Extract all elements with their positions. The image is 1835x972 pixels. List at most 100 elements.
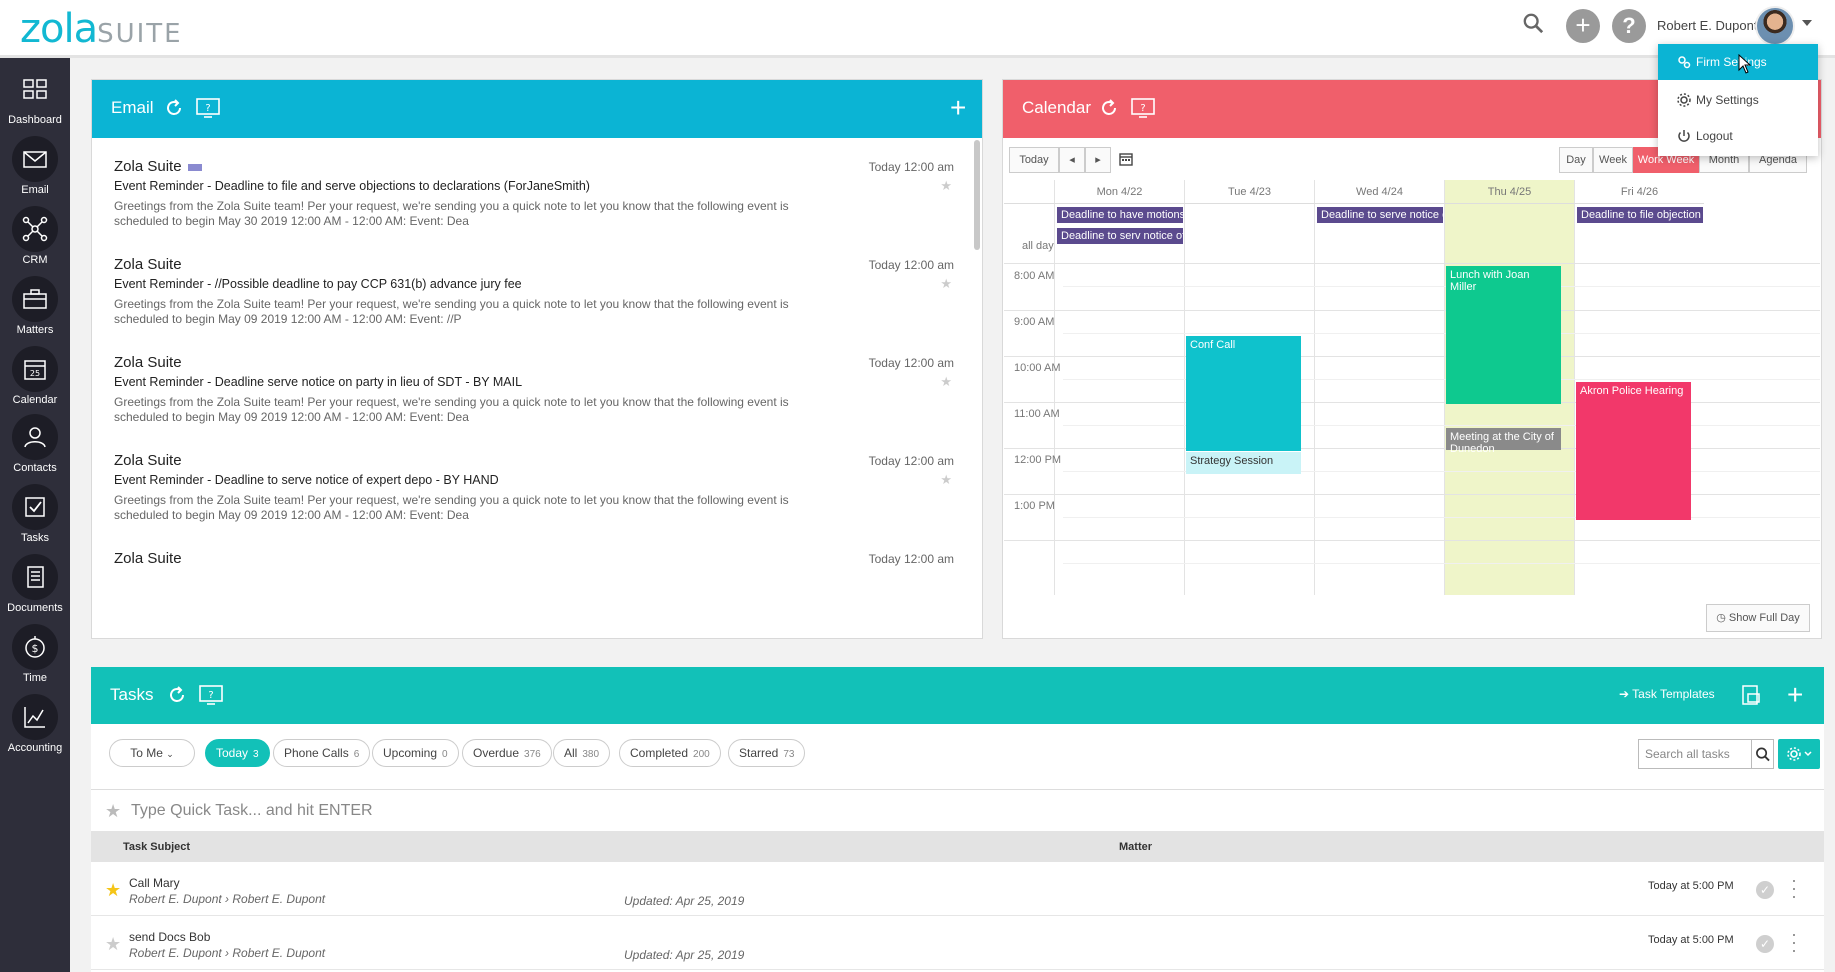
calendar-icon: 25 <box>12 346 58 392</box>
event-strategy-session[interactable]: Strategy Session <box>1186 452 1301 474</box>
menu-item-my-settings[interactable]: My Settings <box>1658 82 1818 118</box>
all-day-event[interactable]: Deadline to have motions re e <box>1057 207 1183 223</box>
sidebar-item-tasks[interactable]: Tasks <box>0 478 70 548</box>
email-item[interactable]: Zola Suite Event Reminder - Deadline to … <box>114 158 954 229</box>
task-subject[interactable]: send Docs Bob <box>129 930 210 944</box>
day-header[interactable]: Tue 4/23 <box>1184 180 1314 204</box>
day-header[interactable]: Mon 4/22 <box>1054 180 1184 204</box>
document-export-icon[interactable] <box>1741 684 1761 706</box>
chevron-down-icon[interactable] <box>1802 20 1812 26</box>
star-icon[interactable]: ★ <box>105 934 121 955</box>
filter-phone-calls[interactable]: Phone Calls 6 <box>273 739 371 767</box>
all-day-event[interactable]: Deadline to serv notice of dep <box>1057 228 1183 244</box>
add-task-button[interactable]: + <box>1787 681 1803 709</box>
event-conf-call[interactable]: Conf Call <box>1186 336 1301 451</box>
refresh-icon[interactable] <box>167 685 187 705</box>
view-day-button[interactable]: Day <box>1559 147 1593 173</box>
table-row[interactable]: ★ send Docs Bob Robert E. Dupont › Rober… <box>91 916 1824 970</box>
document-icon <box>12 554 58 600</box>
sidebar-item-contacts[interactable]: Contacts <box>0 408 70 478</box>
more-vertical-icon[interactable]: · · · <box>1788 871 1800 905</box>
filter-today[interactable]: Today 3 <box>205 739 270 767</box>
half-hour-line <box>1063 563 1820 564</box>
complete-check-icon[interactable]: ✓ <box>1756 881 1774 899</box>
today-button[interactable]: Today <box>1009 147 1059 173</box>
mouse-cursor-icon <box>1738 54 1752 74</box>
search-icon[interactable] <box>1522 12 1544 34</box>
column-matter[interactable]: Matter <box>1119 841 1152 853</box>
email-sender: Zola Suite <box>114 256 182 273</box>
prev-button[interactable]: ◂ <box>1059 147 1085 173</box>
sidebar-item-label: Contacts <box>13 462 57 474</box>
task-due: Today at 5:00 PM <box>1648 934 1734 946</box>
filter-starred[interactable]: Starred 73 <box>728 739 806 767</box>
email-item[interactable]: Zola Suite Event Reminder - Deadline ser… <box>114 354 954 425</box>
sidebar-item-documents[interactable]: Documents <box>0 548 70 618</box>
event-akron-police-hearing[interactable]: Akron Police Hearing <box>1576 382 1691 520</box>
help-button[interactable]: ? <box>1612 9 1646 43</box>
email-item[interactable]: Zola Suite Event Reminder - //Possible d… <box>114 256 954 327</box>
user-name[interactable]: Robert E. Dupont <box>1657 18 1757 33</box>
sidebar-item-dashboard[interactable]: Dashboard <box>0 60 70 130</box>
chart-icon <box>12 694 58 740</box>
more-vertical-icon[interactable]: · · · <box>1788 925 1800 959</box>
refresh-icon[interactable] <box>164 98 184 118</box>
help-monitor-icon[interactable]: ? <box>196 98 220 118</box>
calendar-panel-title: Calendar <box>1022 98 1091 117</box>
event-meeting-city-dunedon[interactable]: Meeting at the City of Dunedon <box>1446 428 1561 455</box>
table-row[interactable]: ★ Call Mary Robert E. Dupont › Robert E.… <box>91 862 1824 916</box>
refresh-icon[interactable] <box>1099 98 1119 118</box>
task-settings-button[interactable] <box>1778 739 1820 769</box>
assignee-filter-dropdown[interactable]: To Me ⌄ <box>109 739 195 767</box>
email-item[interactable]: Zola Suite Event Reminder - Deadline to … <box>114 452 954 523</box>
calendar-picker-icon[interactable] <box>1119 152 1133 166</box>
sidebar-item-label: Dashboard <box>8 114 62 126</box>
task-subject[interactable]: Call Mary <box>129 876 180 890</box>
help-monitor-icon[interactable]: ? <box>199 685 223 705</box>
search-icon[interactable] <box>1752 739 1774 769</box>
star-icon[interactable]: ★ <box>940 178 952 194</box>
event-lunch-joan-miller[interactable]: Lunch with Joan Miller <box>1446 266 1561 404</box>
filter-upcoming[interactable]: Upcoming 0 <box>372 739 459 767</box>
star-icon[interactable]: ★ <box>105 880 121 901</box>
all-day-event[interactable]: Deadline to serve notice of de <box>1317 207 1443 223</box>
task-search-input[interactable]: Search all tasks <box>1638 739 1752 769</box>
sidebar-item-calendar[interactable]: 25 Calendar <box>0 340 70 410</box>
complete-check-icon[interactable]: ✓ <box>1756 935 1774 953</box>
star-icon[interactable]: ★ <box>940 276 952 292</box>
filter-overdue[interactable]: Overdue 376 <box>462 739 552 767</box>
view-week-button[interactable]: Week <box>1593 147 1633 173</box>
filter-all[interactable]: All 380 <box>553 739 611 767</box>
menu-item-logout[interactable]: Logout <box>1658 118 1818 154</box>
all-day-event[interactable]: Deadline to file objection to p <box>1577 207 1703 223</box>
zola-suite-logo[interactable]: zolaSUITE <box>20 6 183 52</box>
day-header[interactable]: Wed 4/24 <box>1314 180 1444 204</box>
sidebar-item-time[interactable]: $ Time <box>0 618 70 688</box>
show-full-day-button[interactable]: ◷ Show Full Day <box>1706 604 1810 632</box>
filter-completed[interactable]: Completed 200 <box>619 739 721 767</box>
email-item[interactable]: Zola Suite Today 12:00 am <box>114 550 954 567</box>
email-sender: Zola Suite <box>114 354 182 371</box>
sidebar-item-matters[interactable]: Matters <box>0 270 70 340</box>
star-icon[interactable]: ★ <box>940 374 952 390</box>
column-task-subject[interactable]: Task Subject <box>123 841 190 853</box>
help-monitor-icon[interactable]: ? <box>1131 98 1155 118</box>
add-email-button[interactable]: + <box>950 94 966 122</box>
task-templates-link[interactable]: ➔ Task Templates <box>1619 687 1715 701</box>
contacts-icon <box>12 414 58 460</box>
avatar[interactable] <box>1755 6 1795 46</box>
sidebar-item-accounting[interactable]: Accounting <box>0 688 70 758</box>
day-header[interactable]: Fri 4/26 <box>1574 180 1704 204</box>
sidebar-item-email[interactable]: Email <box>0 130 70 200</box>
create-new-button[interactable]: + <box>1566 9 1600 43</box>
sidebar-item-crm[interactable]: CRM <box>0 200 70 270</box>
day-header-today[interactable]: Thu 4/25 <box>1444 180 1574 204</box>
email-sender: Zola Suite <box>114 452 182 469</box>
star-icon[interactable]: ★ <box>940 472 952 488</box>
email-preview: Greetings from the Zola Suite team! Per … <box>114 395 789 424</box>
filter-label: Overdue <box>473 746 520 760</box>
tasks-panel: Tasks ? ➔ Task Templates + To Me ⌄ Today… <box>91 667 1824 972</box>
quick-task-input[interactable]: ★ Type Quick Task... and hit ENTER <box>91 791 1824 831</box>
next-button[interactable]: ▸ <box>1085 147 1111 173</box>
email-scrollbar[interactable] <box>974 140 980 250</box>
